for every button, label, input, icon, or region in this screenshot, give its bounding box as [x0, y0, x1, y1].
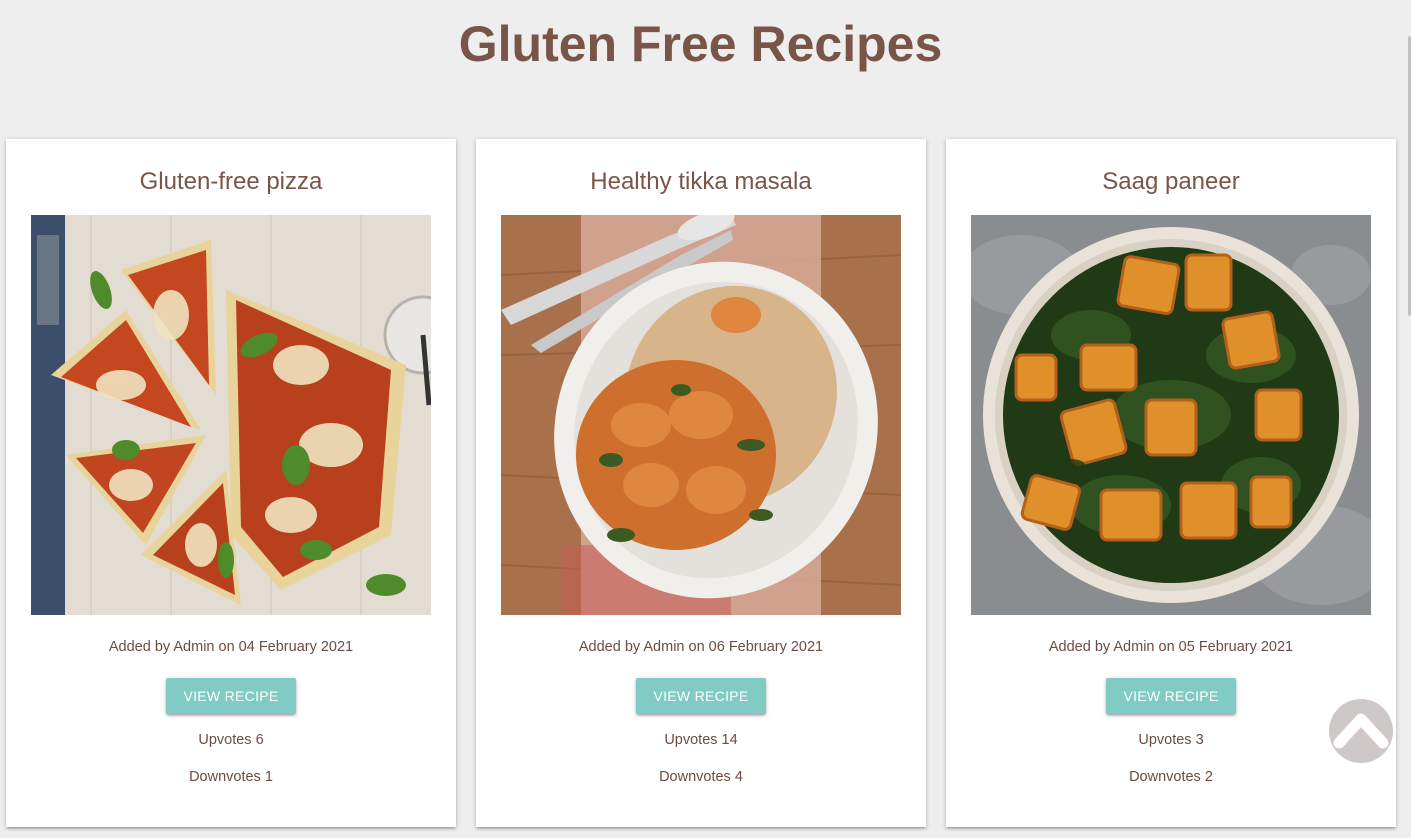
- upvotes-count: Upvotes 6: [198, 732, 264, 748]
- recipe-card: Gluten-free pizza Added by Admin on 04 F…: [6, 139, 456, 827]
- saag-paneer-photo[interactable]: [971, 215, 1371, 615]
- recipe-card-list: Gluten-free pizza Added by Admin on 04 F…: [6, 139, 1396, 828]
- recipe-meta: Added by Admin on 06 February 2021: [578, 639, 824, 655]
- downvotes-count: Downvotes 1: [189, 769, 273, 785]
- view-recipe-button[interactable]: VIEW RECIPE: [166, 678, 296, 714]
- chevron-up-icon: [1333, 713, 1389, 749]
- tikka-masala-photo[interactable]: [501, 215, 901, 615]
- page: Gluten Free Recipes Gluten-free pizza Ad…: [0, 0, 1411, 838]
- recipe-title: Healthy tikka masala: [590, 168, 812, 195]
- downvotes-count: Downvotes 4: [659, 769, 743, 785]
- view-recipe-button[interactable]: VIEW RECIPE: [636, 678, 766, 714]
- recipe-card: Healthy tikka masala Added by Admin on 0…: [476, 139, 926, 827]
- recipe-title: Gluten-free pizza: [139, 168, 323, 195]
- upvotes-count: Upvotes 14: [664, 732, 738, 748]
- downvotes-count: Downvotes 2: [1129, 769, 1213, 785]
- page-title: Gluten Free Recipes: [458, 16, 943, 72]
- recipe-meta: Added by Admin on 05 February 2021: [1048, 639, 1294, 655]
- pizza-photo[interactable]: [31, 215, 431, 615]
- scrollbar[interactable]: [1405, 0, 1411, 838]
- recipe-meta: Added by Admin on 04 February 2021: [108, 639, 354, 655]
- view-recipe-button[interactable]: VIEW RECIPE: [1106, 678, 1236, 714]
- recipe-title: Saag paneer: [1102, 168, 1240, 195]
- back-to-top-button[interactable]: [1329, 699, 1393, 763]
